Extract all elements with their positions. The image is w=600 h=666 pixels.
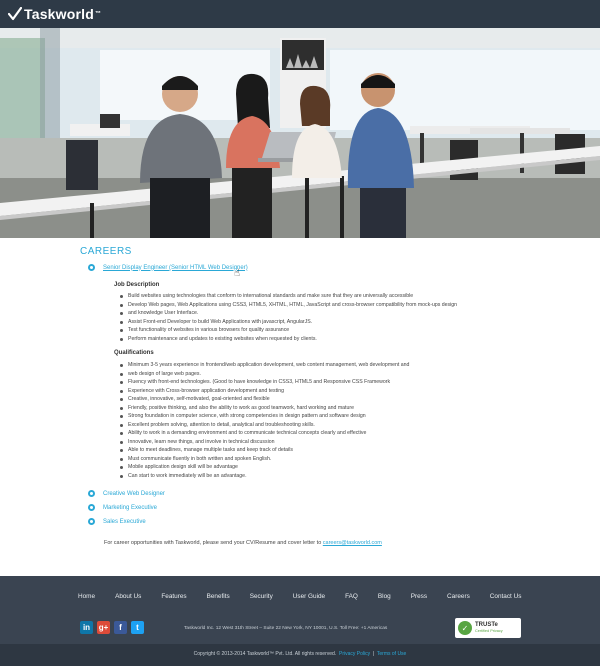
footer-link-about[interactable]: About Us	[115, 593, 141, 600]
list-item: web design of large web pages.	[120, 370, 480, 379]
footer-link-security[interactable]: Security	[250, 593, 273, 600]
list-item: and knowledge User Interface.	[120, 309, 480, 318]
top-header: Taskworld ™	[0, 0, 600, 28]
list-item: Build websites using technologies that c…	[120, 292, 480, 301]
facebook-icon[interactable]: f	[114, 621, 127, 634]
circle-bullet-icon	[88, 490, 95, 497]
footer-link-user-guide[interactable]: User Guide	[293, 593, 325, 600]
list-item: Ability to work in a demanding environme…	[120, 429, 480, 438]
footer-link-faq[interactable]: FAQ	[345, 593, 358, 600]
list-item: Excellent problem solving, attention to …	[120, 421, 480, 430]
qualifications-heading: Qualifications	[114, 350, 154, 356]
logo-trademark: ™	[95, 11, 102, 17]
logo-text: Taskworld	[24, 6, 95, 22]
taskworld-logo[interactable]: Taskworld ™	[8, 6, 101, 22]
list-item: Fluency with front-end technologies. (Go…	[120, 378, 480, 387]
list-item: Mobile application design skill will be …	[120, 463, 480, 472]
privacy-policy-link[interactable]: Privacy Policy	[339, 651, 370, 657]
circle-bullet-icon	[88, 264, 95, 271]
list-item: Can start to work immediately will be an…	[120, 472, 480, 481]
copyright-text: Copyright © 2013-2014 Taskworld™ Pvt. Lt…	[193, 651, 337, 657]
truste-text: TRUSTe Certified Privacy	[475, 622, 503, 634]
job-senior-display-engineer[interactable]: Senior Display Engineer (Senior HTML Web…	[88, 264, 248, 271]
linkedin-icon[interactable]: in	[80, 621, 93, 634]
list-item: Friendly, positive thinking, and also th…	[120, 404, 480, 413]
contact-text: For career opportunities with Taskworld,…	[104, 540, 322, 546]
footer-link-careers[interactable]: Careers	[447, 593, 470, 600]
truste-check-icon: ✓	[458, 621, 472, 635]
hand-cursor-icon: ☝	[234, 268, 241, 279]
truste-subtitle: Certified Privacy	[475, 629, 503, 633]
footer-nav: Home About Us Features Benefits Security…	[78, 593, 541, 600]
social-links: in g+ f t	[80, 621, 144, 634]
list-item: Assist Front-end Developer to build Web …	[120, 318, 480, 327]
job-title-link[interactable]: Sales Executive	[103, 519, 146, 525]
job-description-heading: Job Description	[114, 282, 160, 288]
circle-bullet-icon	[88, 518, 95, 525]
careers-heading: CAREERS	[80, 246, 132, 257]
footer: Home About Us Features Benefits Security…	[0, 576, 600, 666]
job-title-link[interactable]: Creative Web Designer	[103, 491, 165, 497]
list-item: Strong foundation in computer science, w…	[120, 412, 480, 421]
job-title-link[interactable]: Senior Display Engineer (Senior HTML Web…	[103, 265, 248, 271]
footer-link-home[interactable]: Home	[78, 593, 95, 600]
google-plus-icon[interactable]: g+	[97, 621, 110, 634]
footer-link-press[interactable]: Press	[411, 593, 427, 600]
footer-link-contact[interactable]: Contact Us	[490, 593, 522, 600]
list-item: Innovative, learn new things, and involv…	[120, 438, 480, 447]
list-item: Perform maintenance and updates to exist…	[120, 335, 480, 344]
footer-link-benefits[interactable]: Benefits	[207, 593, 230, 600]
job-creative-web-designer[interactable]: Creative Web Designer	[88, 490, 165, 497]
job-description-list: Build websites using technologies that c…	[120, 292, 480, 343]
list-item: Minimum 3-5 years experience in frontend…	[120, 361, 480, 370]
list-item: Experience with Cross-browser applicatio…	[120, 387, 480, 396]
qualifications-list: Minimum 3-5 years experience in frontend…	[120, 361, 480, 480]
truste-badge[interactable]: ✓ TRUSTe Certified Privacy	[455, 618, 521, 638]
terms-of-use-link[interactable]: Terms of Use	[377, 651, 406, 657]
checkmark-logo-icon	[8, 7, 22, 21]
list-item: Test functionality of websites in variou…	[120, 326, 480, 335]
copyright-line: Copyright © 2013-2014 Taskworld™ Pvt. Lt…	[193, 651, 407, 657]
careers-email-link[interactable]: careers@taskworld.com	[323, 540, 382, 546]
contact-line: For career opportunities with Taskworld,…	[104, 540, 382, 546]
hero-office-photo	[0, 28, 600, 238]
list-item: Must communicate fluently in both writte…	[120, 455, 480, 464]
footer-link-features[interactable]: Features	[161, 593, 186, 600]
circle-bullet-icon	[88, 504, 95, 511]
company-address: Taskworld Inc. 12 West 31th Street – Sui…	[184, 626, 388, 631]
twitter-icon[interactable]: t	[131, 621, 144, 634]
list-item: Creative, innovative, self-motivated, go…	[120, 395, 480, 404]
job-marketing-executive[interactable]: Marketing Executive	[88, 504, 157, 511]
footer-link-blog[interactable]: Blog	[378, 593, 391, 600]
list-item: Develop Web pages, Web Applications usin…	[120, 301, 480, 310]
job-title-link[interactable]: Marketing Executive	[103, 505, 157, 511]
job-sales-executive[interactable]: Sales Executive	[88, 518, 146, 525]
list-item: Able to meet deadlines, manage multiple …	[120, 446, 480, 455]
